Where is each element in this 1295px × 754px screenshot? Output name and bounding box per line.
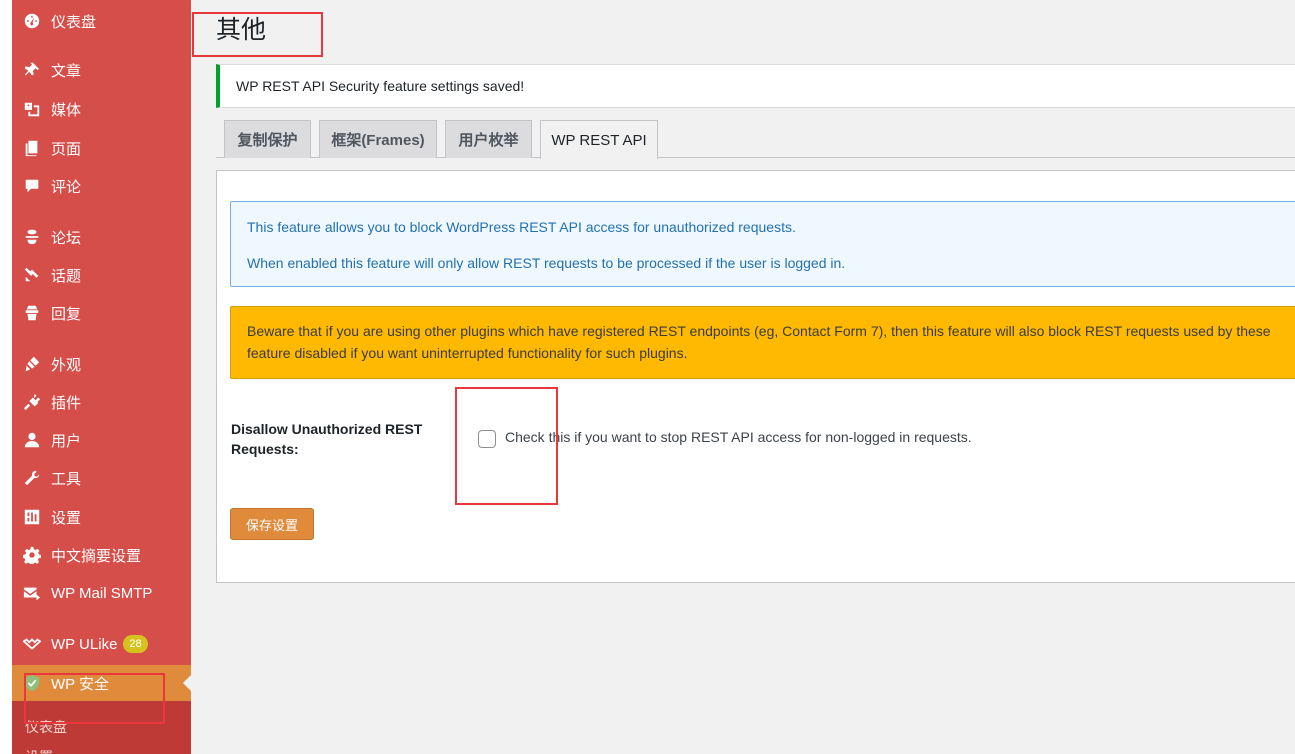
menu-item-pages[interactable]: 页面 — [12, 131, 191, 165]
rest-requests-label: Disallow Unauthorized REST Requests: — [231, 421, 423, 457]
topic-icon — [22, 265, 42, 285]
menu-item-label: 文章 — [51, 62, 82, 80]
page-icon — [22, 138, 42, 158]
menu-item-label: WP Mail SMTP — [51, 584, 153, 602]
menu-item-label: 页面 — [51, 140, 82, 158]
warning-box: Beware that if you are using other plugi… — [230, 306, 1295, 379]
tab-user-enumeration[interactable]: 用户枚举 — [445, 120, 532, 158]
menu-item-label: 媒体 — [51, 101, 82, 119]
menu-item-dashboard[interactable]: 仪表盘 — [12, 4, 191, 38]
notice-text: WP REST API Security feature settings sa… — [236, 78, 525, 94]
menu-item-forums[interactable]: 论坛 — [12, 220, 191, 254]
warning-line: Beware that if you are using other plugi… — [247, 323, 1271, 339]
wp-security-submenu: 仪表盘 设置 — [12, 701, 191, 754]
mail-icon — [22, 583, 42, 603]
active-indicator — [183, 675, 191, 691]
success-notice: WP REST API Security feature settings sa… — [216, 64, 1295, 108]
menu-item-label: 外观 — [51, 356, 82, 374]
menu-item-label: 话题 — [51, 267, 82, 285]
warning-line: feature disabled if you want uninterrupt… — [247, 345, 688, 361]
brush-icon — [22, 354, 42, 374]
admin-sidebar: 仪表盘 文章 媒体 页面 评论 论坛 话题 回复 外观 插件 用户 工具 设置 … — [12, 0, 191, 754]
menu-item-settings[interactable]: 设置 — [12, 500, 191, 534]
menu-item-plugins[interactable]: 插件 — [12, 385, 191, 419]
window-edge — [0, 0, 12, 754]
menu-item-topics[interactable]: 话题 — [12, 258, 191, 292]
checkbox-description: Check this if you want to stop REST API … — [505, 429, 972, 445]
dashboard-icon — [22, 11, 42, 31]
shield-icon — [22, 673, 42, 693]
tab-copy-protection[interactable]: 复制保护 — [224, 120, 311, 158]
info-line: When enabled this feature will only allo… — [247, 255, 846, 271]
ulike-icon — [22, 634, 42, 654]
page-title: 其他 — [216, 16, 267, 44]
menu-item-label: 插件 — [51, 394, 82, 412]
menu-item-label: WP ULike — [51, 635, 118, 653]
submenu-item-settings[interactable]: 设置 — [25, 747, 53, 754]
menu-item-label: 工具 — [51, 470, 82, 488]
tab-frames[interactable]: 框架(Frames) — [319, 120, 437, 158]
info-line: This feature allows you to block WordPre… — [247, 219, 796, 235]
tab-wp-rest-api[interactable]: WP REST API — [540, 120, 658, 159]
menu-item-label: 评论 — [51, 178, 82, 196]
menu-item-label: WP 安全 — [51, 675, 110, 693]
menu-item-posts[interactable]: 文章 — [12, 53, 191, 87]
user-icon — [22, 430, 42, 450]
forum-icon — [22, 227, 42, 247]
reply-icon — [22, 303, 42, 323]
menu-item-label: 仪表盘 — [51, 13, 97, 31]
update-count-badge: 28 — [123, 635, 148, 653]
menu-item-wp-mail-smtp[interactable]: WP Mail SMTP — [12, 576, 191, 610]
menu-item-chinese-excerpt[interactable]: 中文摘要设置 — [12, 538, 191, 572]
disallow-rest-checkbox[interactable] — [478, 430, 496, 448]
wrench-icon — [22, 468, 42, 488]
gear-icon — [22, 545, 42, 565]
settings-icon — [22, 507, 42, 527]
menu-item-appearance[interactable]: 外观 — [12, 347, 191, 381]
menu-item-users[interactable]: 用户 — [12, 423, 191, 457]
plugin-icon — [22, 392, 42, 412]
menu-item-replies[interactable]: 回复 — [12, 296, 191, 330]
media-icon — [22, 99, 42, 119]
menu-item-wp-ulike[interactable]: WP ULike 28 — [12, 627, 191, 661]
menu-item-label: 用户 — [51, 432, 82, 450]
submenu-item-dashboard[interactable]: 仪表盘 — [25, 717, 67, 737]
menu-item-label: 中文摘要设置 — [51, 547, 142, 565]
menu-item-wp-security[interactable]: WP 安全 — [12, 665, 191, 701]
menu-item-label: 回复 — [51, 305, 82, 323]
menu-item-comments[interactable]: 评论 — [12, 169, 191, 203]
save-settings-button[interactable]: 保存设置 — [230, 508, 314, 540]
menu-item-label: 论坛 — [51, 229, 82, 247]
menu-item-tools[interactable]: 工具 — [12, 461, 191, 495]
comment-icon — [22, 176, 42, 196]
menu-item-media[interactable]: 媒体 — [12, 92, 191, 126]
info-box: This feature allows you to block WordPre… — [230, 201, 1295, 287]
pin-icon — [22, 60, 42, 80]
menu-item-label: 设置 — [51, 509, 82, 527]
